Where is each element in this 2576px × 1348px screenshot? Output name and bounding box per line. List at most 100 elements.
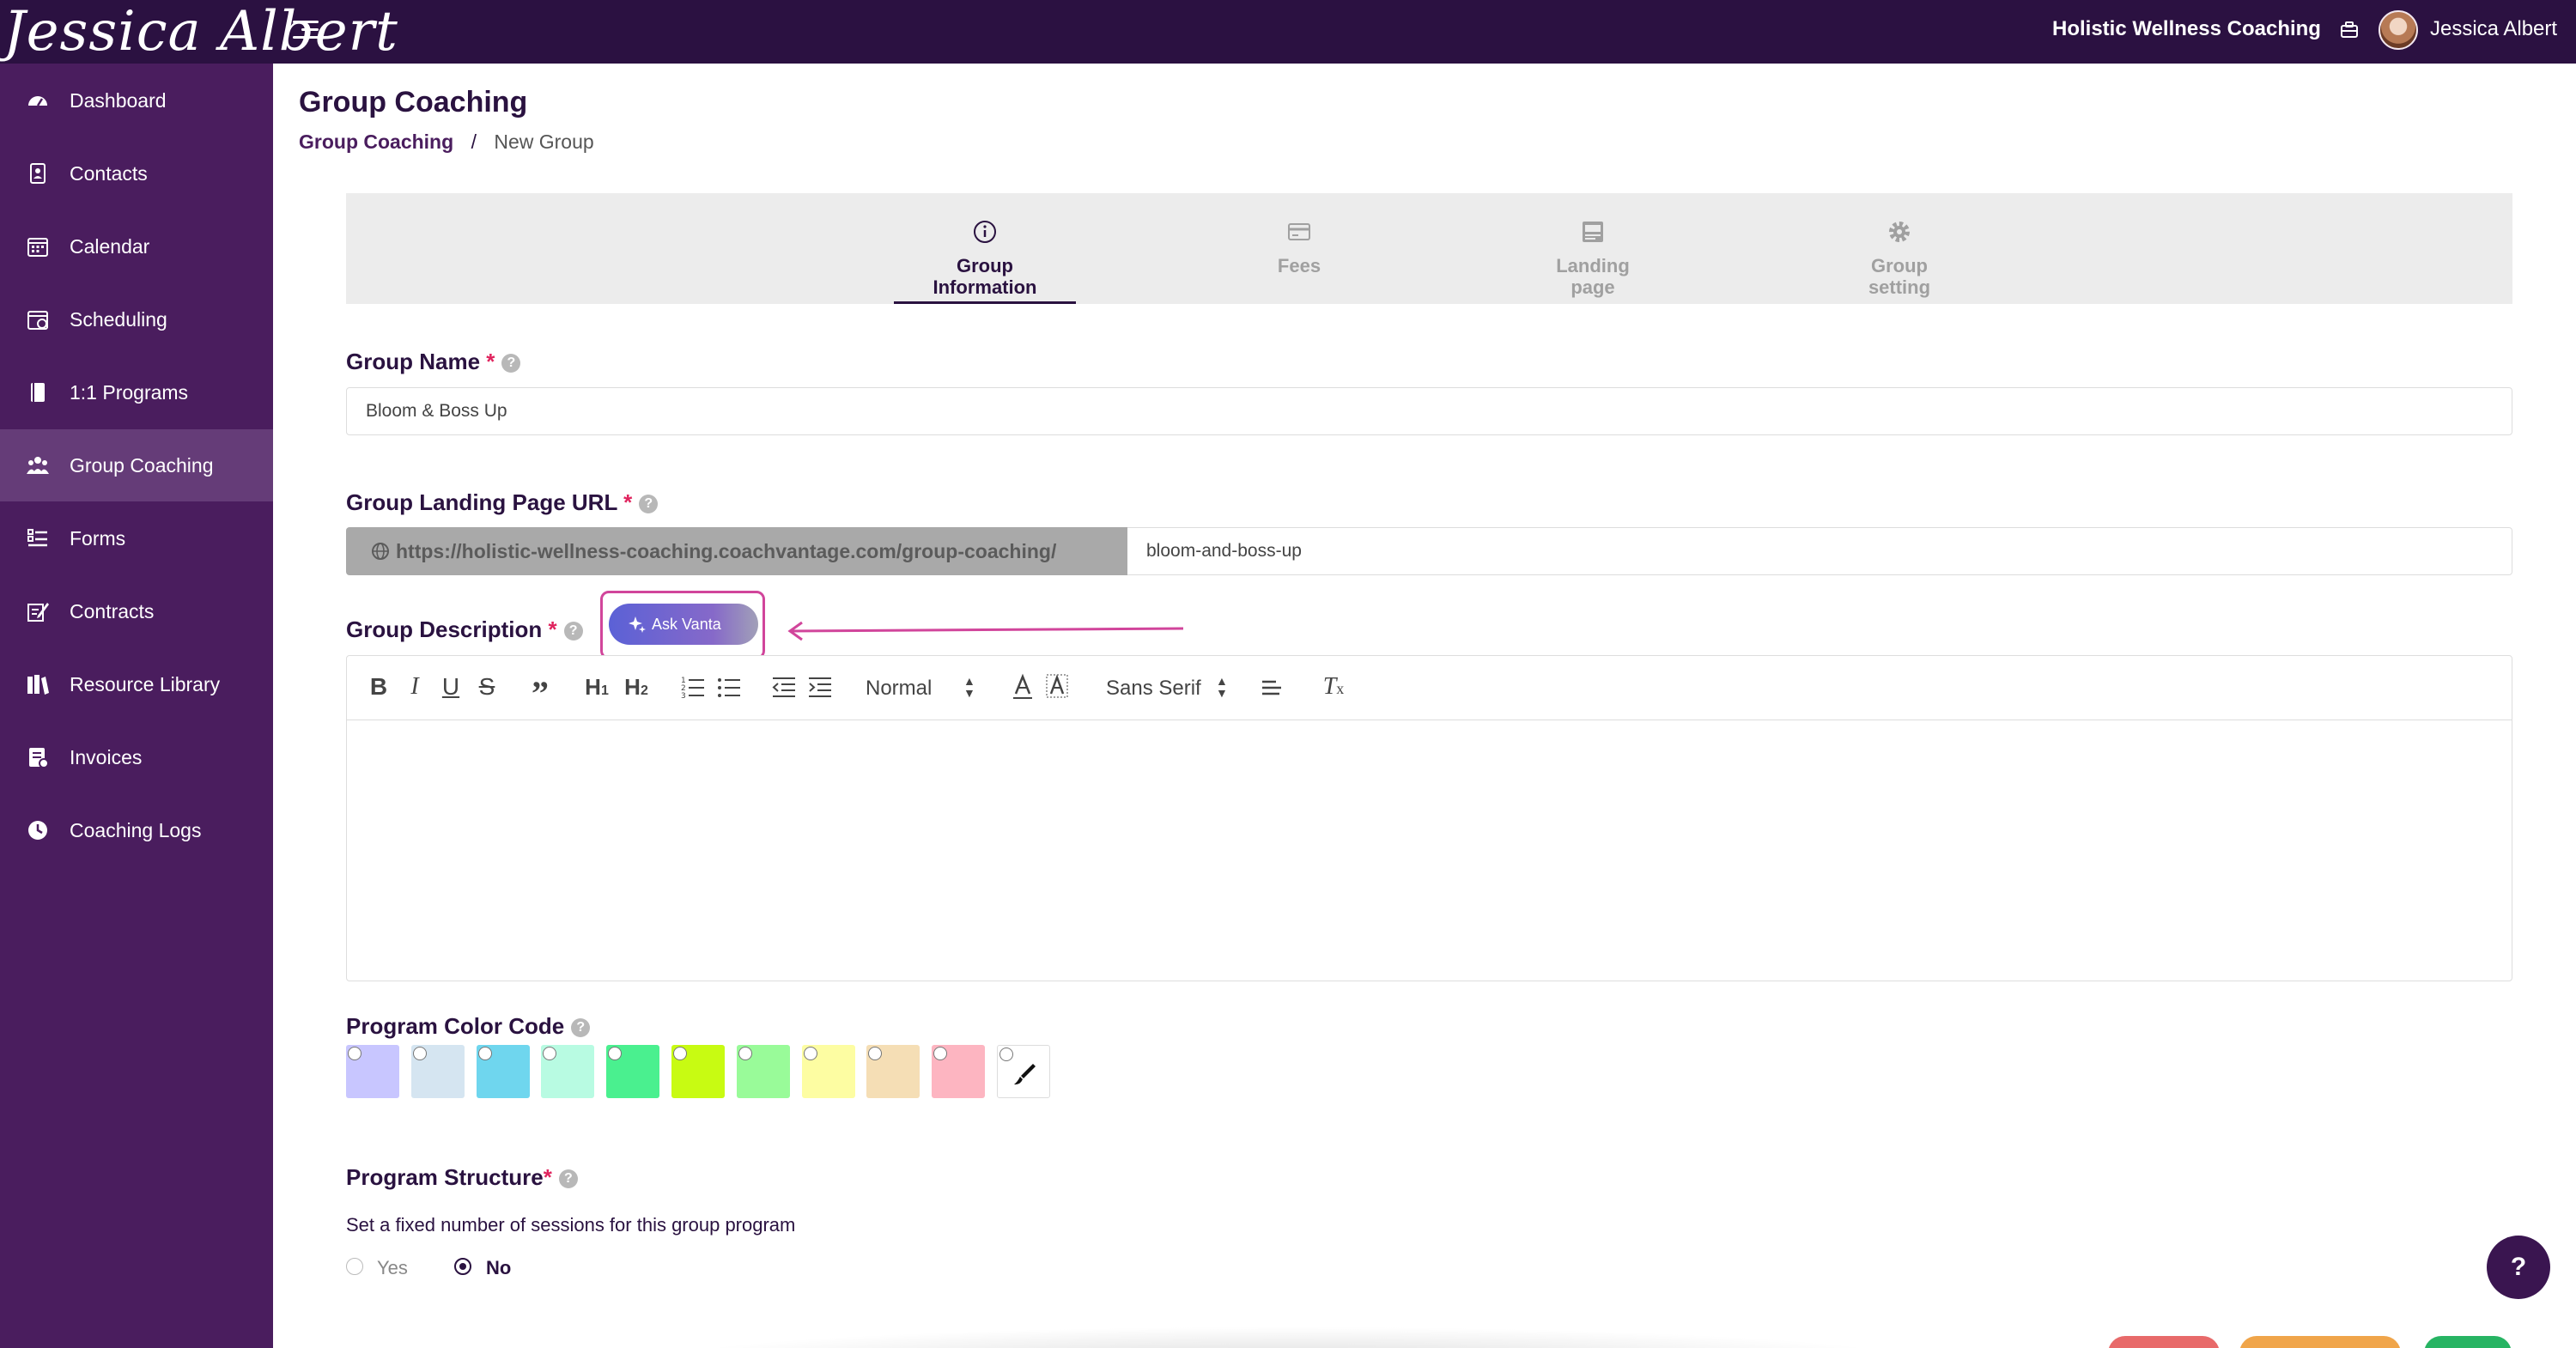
menu-toggle-icon[interactable] — [293, 21, 319, 43]
help-icon[interactable]: ? — [501, 354, 521, 373]
group-name-input[interactable]: Bloom & Boss Up — [346, 387, 2512, 435]
background-color-icon — [1046, 674, 1068, 698]
bold-button[interactable]: B — [366, 670, 392, 704]
color-swatch[interactable] — [736, 1045, 790, 1098]
user-name[interactable]: Jessica Albert — [2430, 17, 2557, 41]
bullet-list-button[interactable] — [716, 670, 742, 704]
color-swatch[interactable] — [932, 1045, 986, 1098]
tab-fees[interactable]: Fees — [1208, 193, 1390, 304]
help-icon[interactable]: ? — [571, 1018, 591, 1037]
editor-toolbar: B I U S ” H1 H2 123 Normal ▲ ▼ Sans Serif… — [347, 656, 2512, 720]
select-caret-icon: ▲ ▼ — [1216, 674, 1228, 700]
color-swatch[interactable] — [541, 1045, 595, 1098]
breadcrumb-current: New Group — [494, 131, 594, 153]
description-editor[interactable]: B I U S ” H1 H2 123 Normal ▲ ▼ Sans Serif… — [346, 655, 2512, 981]
sidebar-item-contracts[interactable]: Contracts — [0, 575, 273, 647]
sidebar-item-forms[interactable]: Forms — [0, 502, 273, 574]
ordered-list-button[interactable]: 123 — [680, 670, 706, 704]
header-size-select[interactable]: Normal — [866, 671, 932, 706]
sidebar-item-invoices[interactable]: Invoices — [0, 721, 273, 793]
help-icon[interactable]: ? — [558, 1169, 578, 1188]
color-swatch[interactable] — [866, 1045, 920, 1098]
sidebar: Dashboard Contacts Calendar Scheduling 1… — [0, 64, 273, 1348]
url-slug-input[interactable]: bloom-and-boss-up — [1127, 527, 2512, 575]
radio-dot — [933, 1047, 948, 1060]
color-swatch[interactable] — [346, 1045, 399, 1098]
sidebar-item-label: Coaching Logs — [70, 818, 202, 841]
cancel-button[interactable] — [2108, 1336, 2220, 1348]
color-code-label: Program Color Code? — [346, 1013, 591, 1040]
sidebar-item-resource-library[interactable]: Resource Library — [0, 648, 273, 720]
sidebar-item-coaching-logs[interactable]: Coaching Logs — [0, 794, 273, 866]
structure-no-label[interactable]: No — [486, 1257, 511, 1279]
url-prefix: https://holistic-wellness-coaching.coach… — [346, 527, 1127, 575]
structure-yes-label[interactable]: Yes — [377, 1257, 408, 1279]
breadcrumb-separator: / — [471, 131, 477, 153]
background-color-button[interactable] — [1044, 670, 1070, 704]
tab-group-setting[interactable]: Group setting — [1808, 193, 1990, 304]
heading2-button[interactable]: H2 — [620, 670, 653, 704]
color-swatch[interactable] — [801, 1045, 855, 1098]
align-button[interactable] — [1259, 670, 1285, 704]
radio-dot — [543, 1047, 557, 1060]
next-button[interactable] — [2424, 1336, 2512, 1348]
italic-button[interactable]: I — [402, 670, 428, 704]
sidebar-item-label: Invoices — [70, 745, 143, 768]
custom-color-picker[interactable] — [997, 1045, 1050, 1098]
tab-group-information[interactable]: Group Information — [894, 193, 1076, 304]
book-icon — [31, 383, 45, 402]
dashboard-icon — [28, 96, 47, 106]
sidebar-item-scheduling[interactable]: Scheduling — [0, 283, 273, 355]
brush-icon — [1014, 1064, 1036, 1085]
outdent-icon — [772, 677, 795, 697]
business-name[interactable]: Holistic Wellness Coaching — [2052, 17, 2321, 41]
step-label: Landing page — [1556, 255, 1630, 298]
sidebar-item-label: 1:1 Programs — [70, 380, 189, 404]
sidebar-item-programs[interactable]: 1:1 Programs — [0, 356, 273, 428]
heading1-button[interactable]: H1 — [580, 670, 613, 704]
brand-logo[interactable]: Jessica Albert — [3, 0, 398, 64]
text-color-button[interactable] — [1010, 670, 1036, 704]
library-icon — [27, 675, 49, 695]
sidebar-item-group-coaching[interactable]: Group Coaching — [0, 429, 273, 501]
align-icon — [1262, 680, 1281, 695]
font-family-select[interactable]: Sans Serif — [1106, 671, 1201, 706]
radio-dot — [673, 1047, 687, 1060]
sidebar-item-dashboard[interactable]: Dashboard — [0, 64, 273, 137]
strikethrough-button[interactable]: S — [474, 670, 500, 704]
select-caret-icon: ▲ ▼ — [963, 674, 975, 700]
page-title: Group Coaching — [299, 86, 528, 118]
forms-icon — [27, 529, 47, 547]
color-swatch[interactable] — [410, 1045, 465, 1098]
group-description-label: Group Description *? — [346, 616, 583, 643]
info-icon — [974, 221, 996, 243]
avatar[interactable] — [2379, 10, 2418, 50]
sidebar-item-label: Calendar — [70, 234, 150, 258]
step-label: Group setting — [1868, 255, 1931, 298]
color-swatch[interactable] — [606, 1045, 660, 1098]
sidebar-item-calendar[interactable]: Calendar — [0, 210, 273, 282]
ordered-list-icon: 123 — [681, 677, 704, 701]
color-swatch[interactable] — [476, 1045, 530, 1098]
structure-no-radio[interactable] — [454, 1258, 471, 1275]
briefcase-icon[interactable] — [2340, 21, 2359, 39]
breadcrumb-link-group-coaching[interactable]: Group Coaching — [299, 131, 453, 153]
arrow-pointer-icon — [787, 621, 1184, 641]
blockquote-button[interactable]: ” — [527, 670, 553, 713]
sidebar-item-contacts[interactable]: Contacts — [0, 137, 273, 209]
contract-icon — [27, 603, 49, 622]
clear-format-button[interactable]: Tx — [1319, 670, 1348, 704]
indent-button[interactable] — [807, 670, 833, 704]
group-name-label: Group Name *? — [346, 349, 521, 375]
color-swatch[interactable] — [671, 1045, 725, 1098]
structure-yes-radio[interactable] — [346, 1258, 363, 1275]
program-structure-label: Program Structure*? — [346, 1164, 578, 1191]
help-chat-button[interactable]: ? — [2487, 1236, 2550, 1299]
tab-landing-page[interactable]: Landing page — [1502, 193, 1684, 304]
sidebar-item-label: Resource Library — [70, 672, 221, 695]
outdent-button[interactable] — [771, 670, 797, 704]
underline-button[interactable]: U — [438, 670, 464, 704]
help-icon[interactable]: ? — [639, 495, 659, 513]
save-draft-button[interactable] — [2239, 1336, 2401, 1348]
help-icon[interactable]: ? — [563, 622, 583, 641]
